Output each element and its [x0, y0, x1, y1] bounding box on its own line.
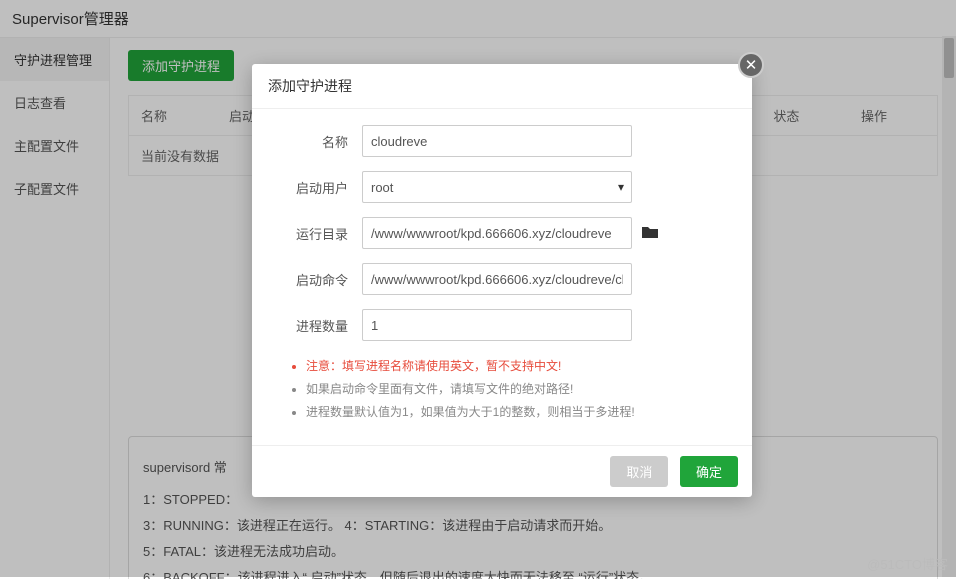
cmd-input[interactable] — [362, 263, 632, 295]
modal-title: 添加守护进程 — [268, 78, 352, 94]
hint-item: 如果启动命令里面有文件，请填写文件的绝对路径! — [306, 378, 732, 401]
folder-icon[interactable] — [642, 225, 658, 242]
hints: 注意：填写进程名称请使用英文，暂不支持中文! 如果启动命令里面有文件，请填写文件… — [272, 355, 732, 423]
modal-body: 名称 启动用户 root ▾ 运行目录 启动命令 进程数量 — [252, 109, 752, 445]
watermark: @51CTO博客 — [867, 554, 948, 573]
hint-item: 进程数量默认值为1，如果值为大于1的整数，则相当于多进程! — [306, 401, 732, 424]
hint-item: 注意：填写进程名称请使用英文，暂不支持中文! — [306, 355, 732, 378]
count-input[interactable] — [362, 309, 632, 341]
user-select[interactable]: root — [362, 171, 632, 203]
dir-label: 运行目录 — [272, 224, 362, 243]
add-process-modal: 添加守护进程 ✕ 名称 启动用户 root ▾ 运行目录 启动命令 — [252, 64, 752, 497]
confirm-button[interactable]: 确定 — [680, 456, 738, 487]
user-label: 启动用户 — [272, 178, 362, 197]
cancel-button[interactable]: 取消 — [610, 456, 668, 487]
modal-header: 添加守护进程 ✕ — [252, 64, 752, 109]
modal-footer: 取消 确定 — [252, 445, 752, 497]
name-label: 名称 — [272, 132, 362, 151]
count-label: 进程数量 — [272, 316, 362, 335]
dir-input[interactable] — [362, 217, 632, 249]
cmd-label: 启动命令 — [272, 270, 362, 289]
close-icon[interactable]: ✕ — [738, 52, 764, 78]
name-input[interactable] — [362, 125, 632, 157]
